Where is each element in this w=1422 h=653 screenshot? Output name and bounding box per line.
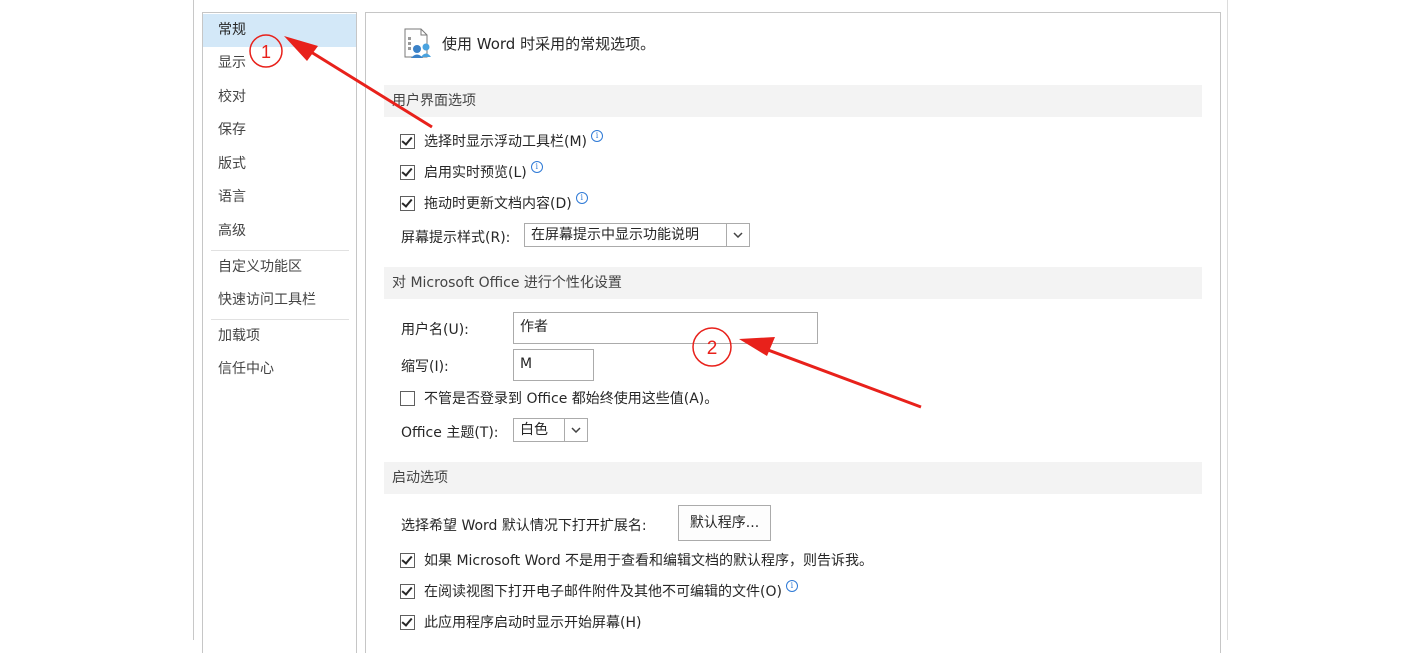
sidebar-item-addins[interactable]: 加载项 (203, 320, 356, 353)
office-theme-label: Office 主题(T): (401, 425, 499, 441)
checkbox-open-attachments-reading[interactable] (400, 583, 415, 599)
default-extensions-label: 选择希望 Word 默认情况下打开扩展名: (401, 518, 647, 534)
option-tell-me-default[interactable]: 如果 Microsoft Word 不是用于查看和编辑文档的默认程序，则告诉我。 (400, 549, 873, 571)
option-label: 如果 Microsoft Word 不是用于查看和编辑文档的默认程序，则告诉我。 (424, 553, 874, 569)
window-edge-right (1227, 0, 1228, 640)
username-input[interactable]: 作者 (513, 312, 818, 344)
default-programs-button[interactable]: 默认程序... (678, 505, 771, 541)
info-icon[interactable]: i (591, 130, 604, 142)
page-title: 使用 Word 时采用的常规选项。 (442, 35, 656, 53)
username-label: 用户名(U): (401, 322, 469, 338)
option-show-mini-toolbar[interactable]: 选择时显示浮动工具栏(M) i (400, 130, 604, 152)
info-icon[interactable]: i (785, 580, 798, 592)
sidebar-item-save[interactable]: 保存 (203, 114, 356, 147)
checkbox-show-start-screen[interactable] (400, 614, 415, 630)
screentip-style-label: 屏幕提示样式(R): (401, 230, 511, 246)
sidebar-item-customize-ribbon[interactable]: 自定义功能区 (203, 251, 356, 284)
options-main-panel: 使用 Word 时采用的常规选项。 用户界面选项 选择时显示浮动工具栏(M) i… (365, 12, 1221, 653)
checkbox-tell-me-default[interactable] (400, 552, 415, 568)
option-show-start-screen[interactable]: 此应用程序启动时显示开始屏幕(H) (400, 611, 641, 633)
option-label: 选择时显示浮动工具栏(M) (424, 134, 588, 150)
office-theme-value: 白色 (520, 422, 548, 438)
sidebar-item-quick-access-toolbar[interactable]: 快速访问工具栏 (203, 284, 356, 317)
checkbox-live-preview[interactable] (400, 164, 415, 180)
option-label: 在阅读视图下打开电子邮件附件及其他不可编辑的文件(O) (424, 584, 782, 600)
section-header-personalize: 对 Microsoft Office 进行个性化设置 (384, 267, 1202, 299)
option-live-preview[interactable]: 启用实时预览(L) i (400, 161, 543, 183)
chevron-down-icon[interactable] (726, 224, 749, 246)
initials-input[interactable]: M (513, 349, 594, 381)
general-options-icon (404, 28, 431, 58)
chevron-down-icon[interactable] (564, 419, 587, 441)
option-label: 拖动时更新文档内容(D) (424, 196, 572, 212)
section-header-startup: 启动选项 (384, 462, 1202, 494)
office-theme-select[interactable]: 白色 (513, 418, 588, 442)
option-always-use-values[interactable]: 不管是否登录到 Office 都始终使用这些值(A)。 (400, 387, 718, 409)
checkbox-show-mini-toolbar[interactable] (400, 133, 415, 149)
initials-label: 缩写(I): (401, 359, 449, 375)
option-label: 此应用程序启动时显示开始屏幕(H) (424, 615, 642, 631)
option-update-while-drag[interactable]: 拖动时更新文档内容(D) i (400, 192, 588, 214)
options-sidebar: 常规 显示 校对 保存 版式 语言 高级 自定义功能区 快速访问工具栏 加载项 … (202, 12, 357, 653)
option-label: 启用实时预览(L) (424, 165, 527, 181)
sidebar-item-layout[interactable]: 版式 (203, 148, 356, 181)
sidebar-item-trust-center[interactable]: 信任中心 (203, 353, 356, 386)
section-header-ui-options: 用户界面选项 (384, 85, 1202, 117)
screentip-style-value: 在屏幕提示中显示功能说明 (531, 227, 699, 243)
screentip-style-select[interactable]: 在屏幕提示中显示功能说明 (524, 223, 750, 247)
info-icon[interactable]: i (575, 192, 588, 204)
sidebar-item-display[interactable]: 显示 (203, 47, 356, 80)
checkbox-always-use-values[interactable] (400, 390, 415, 406)
checkbox-update-while-drag[interactable] (400, 195, 415, 211)
sidebar-item-proofing[interactable]: 校对 (203, 81, 356, 114)
sidebar-item-language[interactable]: 语言 (203, 181, 356, 214)
option-label: 不管是否登录到 Office 都始终使用这些值(A)。 (424, 391, 719, 407)
info-icon[interactable]: i (530, 161, 543, 173)
sidebar-item-advanced[interactable]: 高级 (203, 215, 356, 248)
sidebar-item-general[interactable]: 常规 (203, 14, 356, 47)
window-edge-left (193, 0, 194, 640)
option-open-attachments-reading[interactable]: 在阅读视图下打开电子邮件附件及其他不可编辑的文件(O) i (400, 580, 798, 602)
